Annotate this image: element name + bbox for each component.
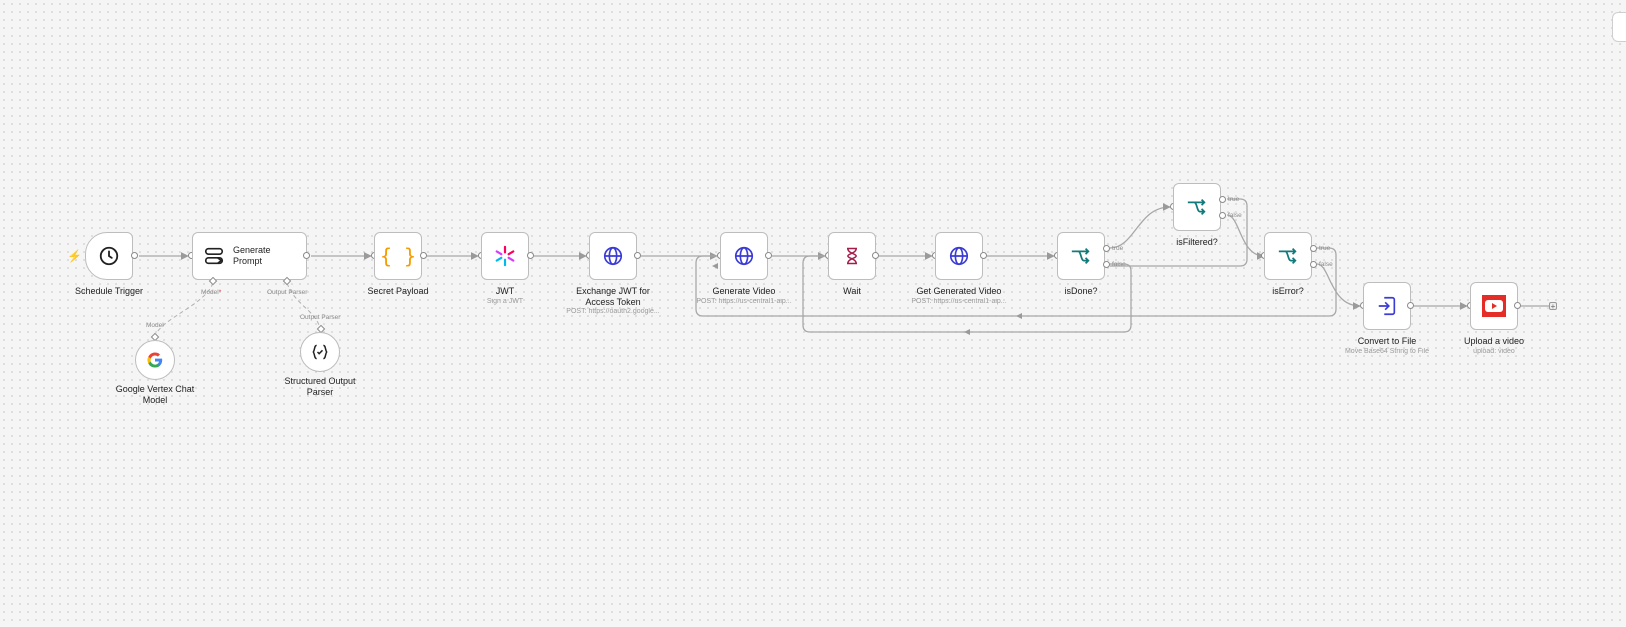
globe-icon	[734, 246, 754, 266]
parser-port-label: Output Parser	[300, 314, 341, 321]
node-generate-prompt[interactable]: Generate Prompt	[192, 232, 307, 280]
node-jwt[interactable]	[481, 232, 529, 280]
node-subtitle: Sign a JWT	[486, 298, 524, 305]
add-node-button[interactable]: +	[1549, 302, 1557, 311]
branch-icon	[1278, 248, 1297, 264]
node-subtitle: POST: https://oauth2.google...	[566, 308, 660, 315]
branch-icon	[1187, 199, 1206, 215]
port-out[interactable]	[303, 252, 310, 259]
false-label: false	[1319, 261, 1333, 268]
node-label: Upload a video	[1463, 336, 1525, 346]
false-label: false	[1112, 261, 1126, 268]
port-out[interactable]	[872, 252, 879, 259]
workflow-canvas[interactable]: ⚡ Schedule Trigger Generate Prompt Model…	[0, 0, 1626, 627]
port-out[interactable]	[1514, 302, 1521, 309]
node-label: Structured Output Parser	[284, 376, 356, 397]
port-out[interactable]	[1407, 302, 1414, 309]
file-import-icon	[1378, 296, 1396, 316]
false-label: false	[1228, 212, 1242, 219]
port-out[interactable]	[765, 252, 772, 259]
node-convert-to-file[interactable]	[1363, 282, 1411, 330]
node-is-done[interactable]	[1057, 232, 1105, 280]
port-out[interactable]	[420, 252, 427, 259]
node-subtitle: POST: https://us-central1-aip...	[911, 298, 1007, 305]
node-upload-video[interactable]	[1470, 282, 1518, 330]
node-label: Convert to File	[1357, 336, 1417, 346]
port-out[interactable]	[527, 252, 534, 259]
port-false[interactable]	[1103, 261, 1110, 268]
node-label: Generate Video	[712, 286, 776, 296]
node-label: Wait	[843, 286, 861, 296]
port-parser-label: Output Parser	[267, 289, 308, 296]
node-label: Schedule Trigger	[74, 286, 144, 296]
node-is-error[interactable]	[1264, 232, 1312, 280]
globe-icon	[949, 246, 969, 266]
node-label: Get Generated Video	[916, 286, 1002, 296]
node-label: JWT	[495, 286, 515, 296]
node-generate-video[interactable]	[720, 232, 768, 280]
port-false[interactable]	[1310, 261, 1317, 268]
port-out[interactable]	[131, 252, 138, 259]
node-label: isFiltered?	[1176, 237, 1218, 247]
node-is-filtered[interactable]	[1173, 183, 1221, 231]
node-secret-payload[interactable]: { }	[374, 232, 422, 280]
node-schedule-trigger[interactable]	[85, 232, 133, 280]
port-out[interactable]	[634, 252, 641, 259]
chain-icon	[204, 247, 224, 265]
trigger-bolt-icon: ⚡	[67, 249, 82, 263]
node-label: Exchange JWT for Access Token	[576, 286, 650, 307]
model-port-label: Model	[146, 322, 164, 329]
port-out[interactable]	[980, 252, 987, 259]
edge-iserror-false-convert	[1316, 263, 1361, 310]
edge-iserror-true-loop	[695, 247, 1337, 317]
node-label: isDone?	[1064, 286, 1098, 296]
clock-icon	[99, 246, 119, 266]
panel-toggle-button[interactable]	[1612, 12, 1626, 42]
jwt-icon	[495, 245, 515, 267]
true-label: true	[1112, 245, 1124, 252]
node-label: Secret Payload	[367, 286, 429, 296]
youtube-icon	[1482, 295, 1506, 317]
node-subtitle: upload: video	[1473, 348, 1515, 355]
braces-icon: { }	[379, 244, 417, 268]
node-label: Generate Prompt	[233, 245, 271, 266]
node-get-generated-video[interactable]	[935, 232, 983, 280]
node-google-vertex-chat-model[interactable]	[135, 340, 175, 380]
port-true[interactable]	[1103, 245, 1110, 252]
google-icon	[147, 352, 163, 368]
globe-icon	[603, 246, 623, 266]
node-subtitle: POST: https://us-central1-aip...	[696, 298, 792, 305]
port-model-label: Model*	[201, 289, 222, 296]
branch-icon	[1071, 248, 1090, 264]
port-true[interactable]	[1310, 245, 1317, 252]
node-structured-output-parser[interactable]	[300, 332, 340, 372]
node-exchange-jwt[interactable]	[589, 232, 637, 280]
port-false[interactable]	[1219, 212, 1226, 219]
node-label: Google Vertex Chat Model	[115, 384, 195, 405]
true-label: true	[1228, 196, 1240, 203]
node-wait[interactable]	[828, 232, 876, 280]
node-label: isError?	[1272, 286, 1304, 296]
hourglass-icon	[847, 247, 857, 265]
braces-check-icon	[312, 344, 328, 360]
edge-isfiltered-false-iserror	[1226, 214, 1265, 260]
true-label: true	[1319, 245, 1331, 252]
port-true[interactable]	[1219, 196, 1226, 203]
